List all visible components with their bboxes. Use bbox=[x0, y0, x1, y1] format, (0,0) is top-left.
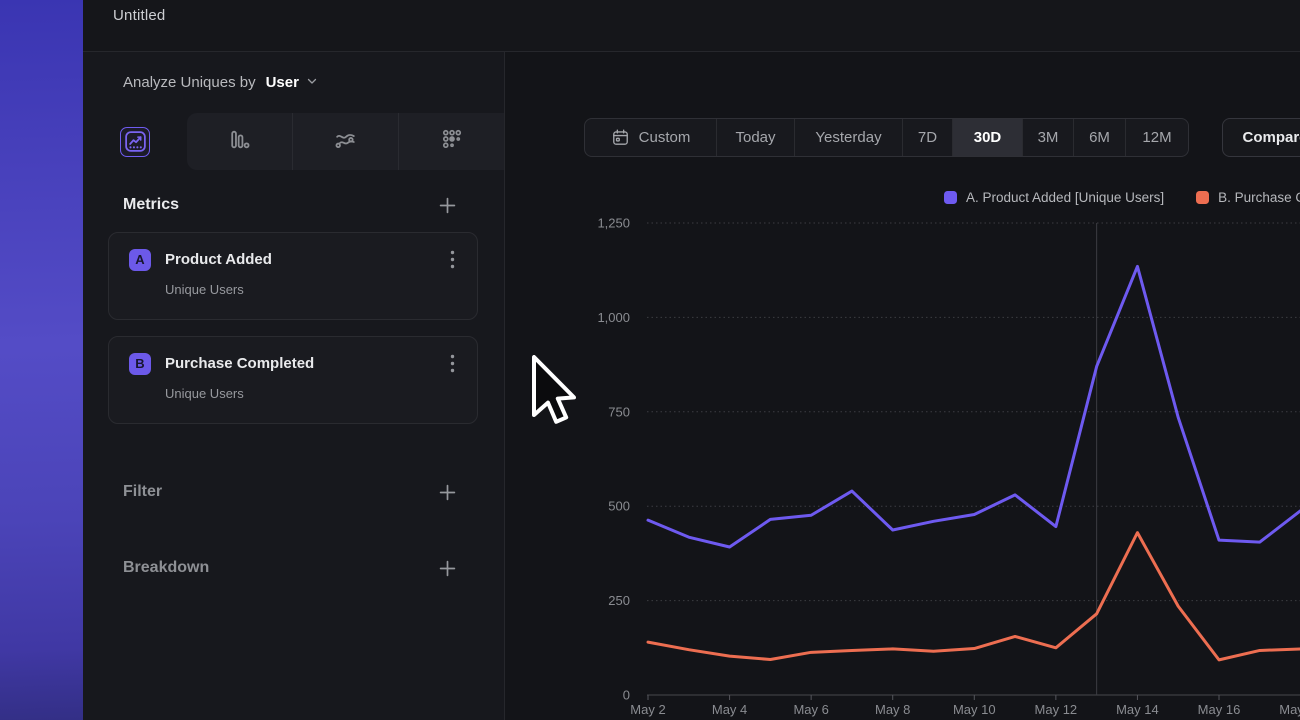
series-line-b bbox=[648, 533, 1300, 660]
svg-text:May 16: May 16 bbox=[1198, 702, 1241, 717]
report-title[interactable]: Untitled bbox=[113, 7, 165, 24]
chart-type-tabs bbox=[83, 113, 504, 170]
filter-section-header: Filter bbox=[83, 481, 504, 503]
analyze-label: Analyze Uniques by bbox=[123, 74, 256, 91]
breakdown-title: Breakdown bbox=[123, 559, 209, 577]
svg-text:500: 500 bbox=[608, 499, 630, 514]
analyze-by-dropdown[interactable]: User bbox=[266, 74, 318, 91]
chart-type-tab-line-chart[interactable] bbox=[83, 113, 187, 170]
metric-badge: B bbox=[129, 353, 151, 375]
kebab-menu-icon[interactable] bbox=[446, 352, 459, 375]
svg-text:750: 750 bbox=[608, 404, 630, 419]
svg-text:May 4: May 4 bbox=[712, 702, 747, 717]
chart-type-tab-grid-dots[interactable] bbox=[398, 113, 504, 170]
decorative-gradient-strip bbox=[0, 0, 83, 720]
metric-card-top: A Product Added bbox=[129, 248, 459, 271]
chart-type-tab-bar-chart[interactable] bbox=[187, 113, 292, 170]
chart-panel: CustomTodayYesterday7D30D3M6M12M Compare… bbox=[505, 52, 1300, 720]
add-breakdown-button[interactable] bbox=[436, 557, 458, 579]
analyze-by-value: User bbox=[266, 74, 299, 91]
svg-text:0: 0 bbox=[623, 688, 630, 703]
add-filter-button[interactable] bbox=[436, 481, 458, 503]
metric-card-a[interactable]: A Product Added Unique Users bbox=[108, 232, 478, 320]
svg-text:May 14: May 14 bbox=[1116, 702, 1159, 717]
query-sidebar: Analyze Uniques by User Metrics A Product… bbox=[83, 52, 505, 720]
breakdown-section-header: Breakdown bbox=[83, 557, 504, 579]
analytics-app: Untitled Analyze Uniques by User Metrics… bbox=[0, 0, 1300, 720]
chart-type-tab-flow[interactable] bbox=[292, 113, 398, 170]
metrics-title: Metrics bbox=[123, 196, 179, 214]
kebab-menu-icon[interactable] bbox=[446, 248, 459, 271]
bar-chart-icon bbox=[227, 127, 252, 157]
timeseries-chart[interactable]: 0 250 500 750 1,000 1,250 May 2 May 4 May 6 May 8… bbox=[505, 52, 1300, 720]
line-chart-icon bbox=[120, 127, 150, 157]
svg-text:1,250: 1,250 bbox=[597, 216, 630, 231]
metric-subtitle: Unique Users bbox=[165, 282, 459, 297]
chart-type-tab-group bbox=[187, 113, 504, 170]
metric-title: Product Added bbox=[165, 251, 446, 268]
svg-text:May 12: May 12 bbox=[1035, 702, 1078, 717]
flow-icon bbox=[333, 127, 358, 157]
metrics-section-header: Metrics bbox=[83, 194, 504, 216]
chevron-down-icon bbox=[306, 74, 318, 91]
svg-text:May 18: May 18 bbox=[1279, 702, 1300, 717]
metric-badge: A bbox=[129, 249, 151, 271]
series-line-a bbox=[648, 266, 1300, 547]
metric-title: Purchase Completed bbox=[165, 355, 446, 372]
metric-card-b[interactable]: B Purchase Completed Unique Users bbox=[108, 336, 478, 424]
metric-card-top: B Purchase Completed bbox=[129, 352, 459, 375]
filter-title: Filter bbox=[123, 483, 162, 501]
svg-text:1,000: 1,000 bbox=[597, 310, 630, 325]
svg-text:May 2: May 2 bbox=[630, 702, 665, 717]
analyze-row: Analyze Uniques by User bbox=[83, 52, 504, 113]
metric-subtitle: Unique Users bbox=[165, 386, 459, 401]
grid-dots-icon bbox=[439, 127, 464, 157]
svg-text:May 6: May 6 bbox=[793, 702, 828, 717]
metric-card-list: A Product Added Unique Users B Purchase Comp… bbox=[83, 232, 504, 424]
top-bar: Untitled bbox=[83, 0, 1300, 52]
svg-text:250: 250 bbox=[608, 593, 630, 608]
svg-text:May 10: May 10 bbox=[953, 702, 996, 717]
x-axis-labels: May 2 May 4 May 6 May 8 May 10 May 12 May 14 Ma… bbox=[630, 695, 1300, 717]
add-metric-button[interactable] bbox=[436, 194, 458, 216]
svg-text:May 8: May 8 bbox=[875, 702, 910, 717]
